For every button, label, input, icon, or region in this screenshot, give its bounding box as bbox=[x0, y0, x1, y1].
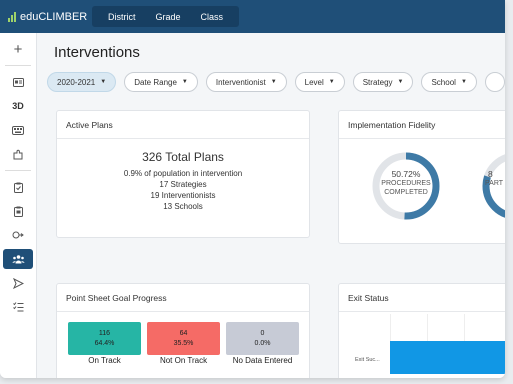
caret-down-icon: ▼ bbox=[397, 79, 404, 85]
on-track-box: 116 64.4% bbox=[68, 322, 141, 355]
count: 0 bbox=[260, 329, 265, 337]
interventionists-stat: 19 Interventionists bbox=[150, 191, 216, 200]
nav-class[interactable]: Class bbox=[191, 12, 234, 22]
puzzle-icon[interactable] bbox=[3, 144, 33, 164]
filter-label: Level bbox=[304, 77, 324, 87]
app-window: eduCLIMBER District Grade Class + 3D Int… bbox=[0, 0, 505, 378]
percent: 64.4% bbox=[94, 339, 115, 347]
donut-percent: 8 bbox=[488, 169, 493, 179]
donut-caption-line1: PROCEDURES bbox=[381, 180, 431, 187]
page-title: Interventions bbox=[54, 44, 140, 61]
not-on-track-box: 64 35.5% bbox=[147, 322, 220, 355]
nav-grade[interactable]: Grade bbox=[146, 12, 191, 22]
box-label: Not On Track bbox=[159, 356, 208, 365]
donut-caption-line1: PART bbox=[485, 180, 504, 187]
logo-text: eduCLIMBER bbox=[20, 10, 88, 23]
filter-level[interactable]: Level ▼ bbox=[294, 72, 345, 92]
team-icon[interactable] bbox=[3, 249, 33, 269]
checklist-icon[interactable] bbox=[3, 297, 33, 317]
logo-bars-icon bbox=[8, 11, 16, 22]
no-data-box: 0 0.0% bbox=[226, 322, 299, 355]
procedures-donut[interactable]: 50.72% PROCEDURES COMPLETED bbox=[371, 151, 441, 221]
filter-school[interactable]: School ▼ bbox=[421, 72, 477, 92]
exit-success-bar[interactable] bbox=[390, 341, 505, 374]
on-track-column[interactable]: 116 64.4% On Track bbox=[68, 322, 141, 365]
filter-label: 2020-2021 bbox=[57, 77, 96, 87]
box-label: On Track bbox=[88, 356, 121, 365]
keyboard-icon[interactable] bbox=[3, 120, 33, 140]
filter-more[interactable] bbox=[484, 72, 505, 92]
implementation-fidelity-card: Implementation Fidelity 50.72% PROCEDURE… bbox=[338, 110, 505, 244]
caret-down-icon: ▼ bbox=[328, 79, 335, 85]
app-logo[interactable]: eduCLIMBER bbox=[0, 11, 92, 23]
nav-district[interactable]: District bbox=[98, 12, 146, 22]
population-stat: 0.9% of population in intervention bbox=[123, 169, 243, 178]
clipboard-icon[interactable] bbox=[3, 177, 33, 197]
total-plans: 326 Total Plans bbox=[142, 150, 224, 164]
send-icon[interactable] bbox=[3, 273, 33, 293]
id-card-icon[interactable] bbox=[3, 72, 33, 92]
exit-status-card: Exit Status Exit Suc... bbox=[338, 283, 505, 378]
top-bar: eduCLIMBER District Grade Class bbox=[0, 0, 505, 33]
sidebar-divider bbox=[5, 65, 31, 66]
filter-school-year[interactable]: 2020-2021 ▼ bbox=[47, 72, 117, 92]
card-title: Point Sheet Goal Progress bbox=[57, 284, 309, 312]
percent: 0.0% bbox=[254, 339, 271, 347]
donut-caption-line2: COMPLETED bbox=[384, 189, 428, 196]
caret-down-icon: ▼ bbox=[270, 79, 277, 85]
count: 116 bbox=[98, 329, 111, 337]
sidebar: + 3D bbox=[0, 33, 37, 378]
not-on-track-column[interactable]: 64 35.5% Not On Track bbox=[147, 322, 220, 365]
plus-icon[interactable]: + bbox=[3, 39, 33, 59]
caret-down-icon: ▼ bbox=[100, 79, 107, 85]
caret-down-icon: ▼ bbox=[460, 79, 467, 85]
filter-label: Strategy bbox=[362, 77, 393, 87]
top-nav: District Grade Class bbox=[92, 6, 240, 27]
filter-label: Date Range bbox=[134, 77, 177, 87]
exit-row-label: Exit Suc... bbox=[355, 357, 380, 363]
active-plans-card: Active Plans 326 Total Plans 0.9% of pop… bbox=[56, 110, 310, 238]
sidebar-divider bbox=[5, 170, 31, 171]
caret-down-icon: ▼ bbox=[181, 79, 188, 85]
card-title: Exit Status bbox=[339, 284, 505, 312]
box-label: No Data Entered bbox=[232, 356, 293, 365]
participation-donut[interactable]: 8 PART bbox=[481, 151, 505, 221]
filter-label: School bbox=[431, 77, 456, 87]
card-title: Implementation Fidelity bbox=[339, 111, 505, 139]
strategies-stat: 17 Strategies bbox=[159, 180, 207, 189]
filter-strategy[interactable]: Strategy ▼ bbox=[352, 72, 414, 92]
card-title: Active Plans bbox=[57, 111, 309, 139]
donut-percent: 50.72% bbox=[391, 169, 421, 179]
point-sheet-goal-progress-card: Point Sheet Goal Progress 116 64.4% On T… bbox=[56, 283, 310, 378]
filter-label: Interventionist bbox=[215, 77, 266, 87]
toggle-icon[interactable] bbox=[3, 225, 33, 245]
schools-stat: 13 Schools bbox=[163, 202, 203, 211]
count: 64 bbox=[179, 329, 188, 337]
filter-interventionist[interactable]: Interventionist ▼ bbox=[205, 72, 287, 92]
filter-date-range[interactable]: Date Range ▼ bbox=[124, 72, 198, 92]
3d-item[interactable]: 3D bbox=[3, 96, 33, 116]
no-data-column[interactable]: 0 0.0% No Data Entered bbox=[226, 322, 299, 365]
percent: 35.5% bbox=[173, 339, 194, 347]
clipboard-check-icon[interactable] bbox=[3, 201, 33, 221]
filter-bar: 2020-2021 ▼ Date Range ▼ Interventionist ▼ … bbox=[47, 72, 505, 92]
